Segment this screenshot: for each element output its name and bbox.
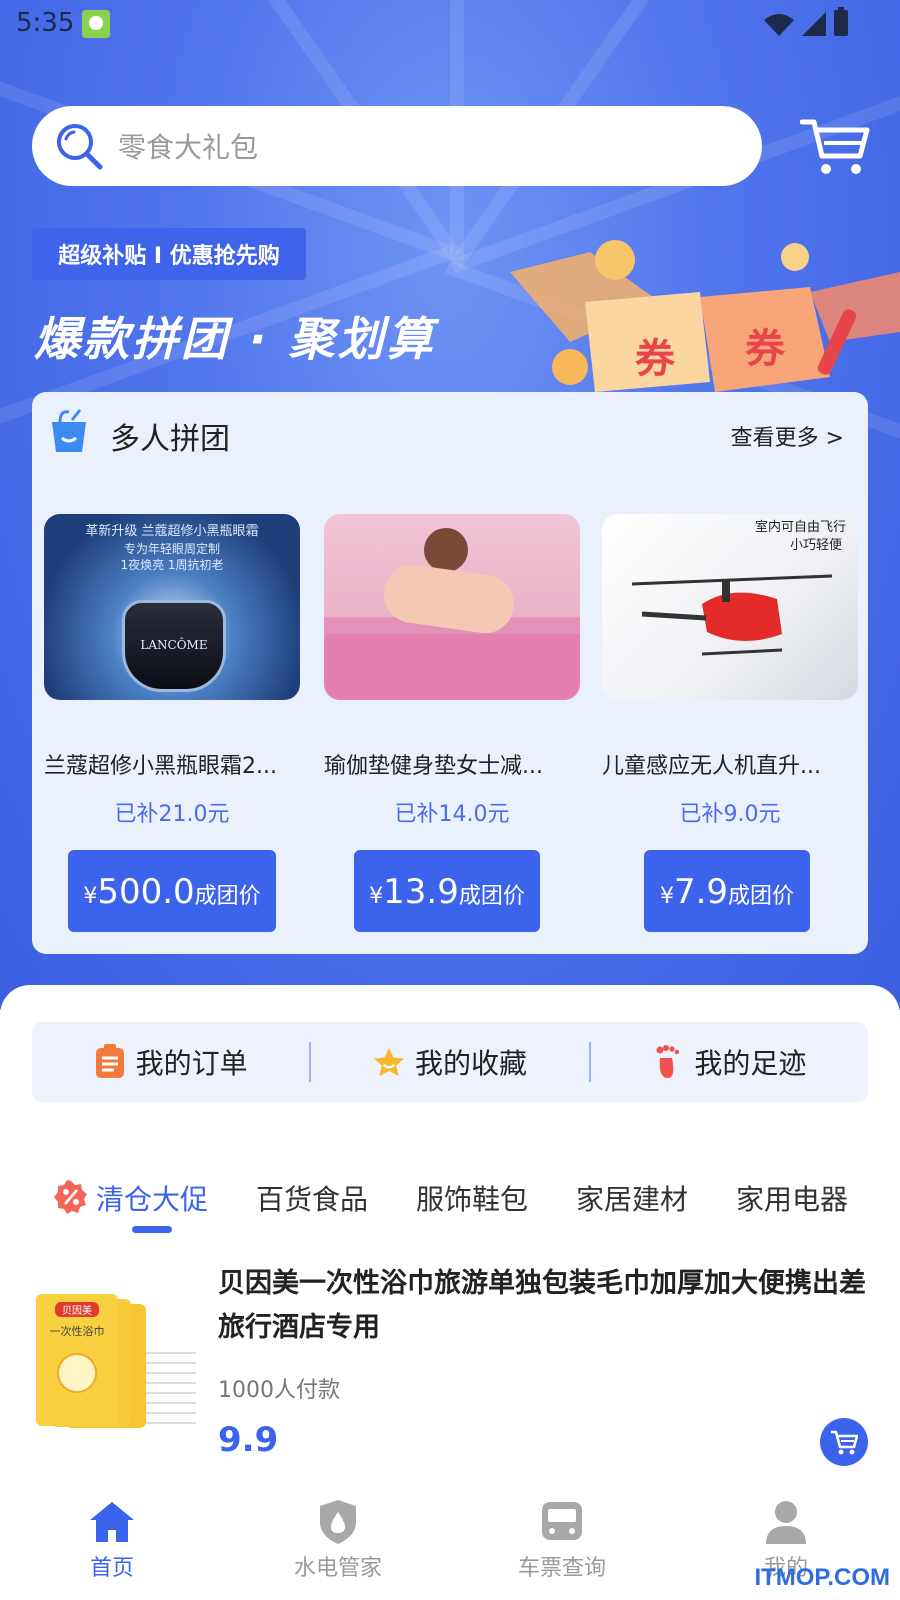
product-name: 兰蔻超修小黑瓶眼霜2... (44, 754, 277, 779)
home-icon (90, 1502, 134, 1542)
duck-mascot (57, 1353, 97, 1393)
user-icon (766, 1501, 806, 1544)
group-price: 500.0 (97, 872, 195, 912)
product-subsidy: 已补21.0元 (114, 802, 230, 827)
group-price: 13.9 (383, 872, 459, 912)
group-buy-card: 多人拼团 查看更多 > 革新升级 兰蔻超修小黑瓶眼霜 专为年轻眼周定制 1夜焕亮… (32, 392, 868, 954)
product-brand-text: LANCÔME (140, 638, 208, 652)
clipboard-icon (95, 1044, 124, 1078)
coupon-decoration: 券 券 (510, 240, 900, 392)
app-notification-icon (82, 10, 110, 38)
status-bar: 5:35 (0, 0, 900, 48)
cart-icon (831, 1430, 858, 1455)
my-history-link[interactable]: 我的足迹 (591, 1042, 868, 1082)
my-favorites-label: 我的收藏 (414, 1047, 527, 1080)
battery-icon (834, 7, 848, 36)
nav-home[interactable]: 首页 (32, 1498, 192, 1582)
nav-utility-label: 水电管家 (293, 1556, 382, 1581)
search-placeholder: 零食大礼包 (118, 131, 259, 164)
group-price-button[interactable]: ¥ 7.9 成团价 (644, 850, 810, 932)
nav-tickets-label: 车票查询 (517, 1556, 606, 1581)
bus-icon (542, 1502, 582, 1540)
search-icon (57, 124, 103, 170)
group-product-card[interactable]: 瑜伽垫健身垫女士减... 已补14.0元 ¥ 13.9 成团价 (324, 514, 580, 934)
tab-appliances[interactable]: 家用电器 (736, 1178, 848, 1218)
watermark: ITMOP.COM (754, 1564, 890, 1591)
my-favorites-link[interactable]: 我的收藏 (311, 1042, 588, 1082)
group-price-button[interactable]: ¥ 500.0 成团价 (68, 850, 276, 932)
hero-title: 爆款拼团 · 聚划算 (34, 312, 436, 366)
package-brand: 贝因美 (55, 1302, 99, 1317)
sold-count: 1000人付款 (218, 1378, 340, 1403)
currency-symbol: ¥ (369, 884, 384, 909)
tab-clearance[interactable]: 清仓大促 (96, 1178, 208, 1218)
view-more-link[interactable]: 查看更多 > (731, 420, 844, 452)
tab-apparel[interactable]: 服饰鞋包 (416, 1178, 528, 1218)
list-item[interactable]: 贝因美 一次性浴巾 贝因美一次性浴巾旅游单独包装毛巾加厚加大便携出差旅行酒店专用… (0, 1262, 900, 1466)
subsidy-badge: 超级补贴 I 优惠抢先购 (32, 228, 306, 280)
my-orders-link[interactable]: 我的订单 (32, 1042, 309, 1082)
group-price-label: 成团价 (458, 884, 525, 909)
nav-tickets[interactable]: 车票查询 (482, 1498, 642, 1582)
group-buy-title: 多人拼团 (110, 422, 230, 457)
category-tabs: 清仓大促 百货食品 服饰鞋包 家居建材 家用电器 (0, 1172, 900, 1233)
signal-icon (802, 12, 826, 36)
model-figure (424, 528, 468, 572)
currency-symbol: ¥ (83, 884, 98, 909)
product-name: 儿童感应无人机直升... (602, 754, 821, 779)
group-price-button[interactable]: ¥ 13.9 成团价 (354, 850, 540, 932)
group-product-card[interactable]: 革新升级 兰蔻超修小黑瓶眼霜 专为年轻眼周定制 1夜焕亮 1周抗初老 LANCÔ… (44, 514, 300, 934)
status-time: 5:35 (16, 8, 75, 38)
towel-package: 贝因美 一次性浴巾 (36, 1294, 118, 1426)
product-image[interactable]: 革新升级 兰蔻超修小黑瓶眼霜 专为年轻眼周定制 1夜焕亮 1周抗初老 LANCÔ… (44, 514, 300, 700)
percent-icon (54, 1180, 87, 1214)
product-subsidy: 已补9.0元 (679, 802, 781, 827)
model-figure (380, 561, 518, 637)
helicopter-illustration (631, 574, 833, 656)
search-bar[interactable]: 零食大礼包 (32, 106, 762, 186)
group-product-card[interactable]: 室内可自由飞行 小巧轻便 儿童感应无人机直升... 已补9.0元 ¥ 7.9 成… (602, 514, 858, 934)
add-to-cart-button[interactable] (820, 1418, 868, 1466)
nav-utility[interactable]: 水电管家 (258, 1498, 418, 1582)
my-orders-label: 我的订单 (135, 1047, 248, 1080)
coupon-label: 券 (635, 336, 676, 382)
quick-links-bar: 我的订单 我的收藏 我的足迹 (32, 1022, 868, 1102)
product-title[interactable]: 贝因美一次性浴巾旅游单独包装毛巾加厚加大便携出差旅行酒店专用 (218, 1262, 868, 1350)
status-icons (764, 7, 848, 36)
currency-symbol: ¥ (659, 884, 674, 909)
tab-groceries[interactable]: 百货食品 (256, 1178, 368, 1218)
product-image[interactable] (324, 514, 580, 700)
my-history-label: 我的足迹 (694, 1047, 807, 1080)
group-price: 7.9 (673, 872, 729, 912)
active-tab-indicator (132, 1226, 172, 1233)
product-name: 瑜伽垫健身垫女士减... (324, 754, 543, 779)
product-image-text: 1夜焕亮 1周抗初老 (120, 558, 224, 572)
yoga-mat (324, 634, 580, 700)
star-icon (373, 1047, 405, 1077)
package-text: 一次性浴巾 (49, 1325, 105, 1338)
shield-drop-icon (320, 1500, 356, 1544)
product-image-text: 专为年轻眼周定制 (123, 542, 220, 556)
product-image[interactable]: 室内可自由飞行 小巧轻便 (602, 514, 858, 700)
group-price-label: 成团价 (194, 884, 261, 909)
product-thumbnail[interactable]: 贝因美 一次性浴巾 (36, 1294, 202, 1434)
wifi-icon (764, 14, 794, 36)
tab-home-building[interactable]: 家居建材 (576, 1178, 688, 1218)
footprint-icon (656, 1045, 680, 1078)
product-price: 9.9 (218, 1420, 279, 1460)
basket-icon (52, 409, 86, 452)
cart-icon[interactable] (800, 116, 870, 178)
product-image-text: 革新升级 兰蔻超修小黑瓶眼霜 (85, 524, 259, 539)
group-price-label: 成团价 (728, 884, 795, 909)
nav-home-label: 首页 (89, 1556, 134, 1581)
product-subsidy: 已补14.0元 (394, 802, 510, 827)
coupon-label: 券 (745, 326, 786, 372)
